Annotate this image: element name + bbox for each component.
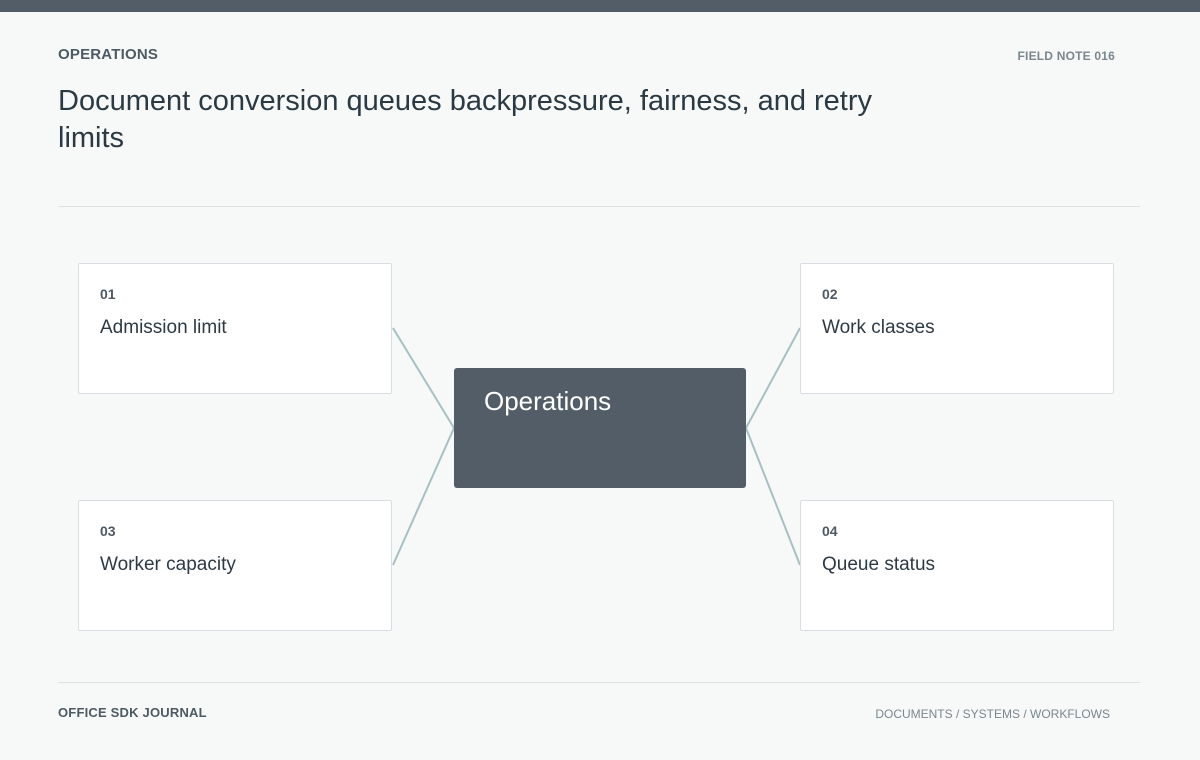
node-number: 03	[100, 523, 116, 539]
node-number: 02	[822, 286, 838, 302]
connector-01	[392, 327, 455, 429]
connector-03	[392, 427, 455, 566]
publication-name: OFFICE SDK JOURNAL	[58, 705, 207, 720]
node-card-worker-capacity: 03 Worker capacity	[78, 500, 392, 631]
hub-label: Operations	[484, 386, 612, 416]
node-label: Work classes	[822, 317, 935, 338]
node-label: Admission limit	[100, 317, 227, 338]
footer-divider	[58, 682, 1140, 683]
node-card-work-classes: 02 Work classes	[800, 263, 1114, 394]
node-card-queue-status: 04 Queue status	[800, 500, 1114, 631]
node-label: Queue status	[822, 554, 936, 575]
connector-02	[745, 327, 801, 429]
node-number: 04	[822, 523, 838, 539]
category-path: DOCUMENTS / SYSTEMS / WORKFLOWS	[875, 707, 1110, 721]
node-number: 01	[100, 286, 116, 302]
node-card-admission-limit: 01 Admission limit	[78, 263, 392, 394]
node-label: Worker capacity	[100, 554, 236, 575]
hub-node-operations: Operations	[454, 368, 746, 488]
connector-04	[745, 427, 801, 566]
